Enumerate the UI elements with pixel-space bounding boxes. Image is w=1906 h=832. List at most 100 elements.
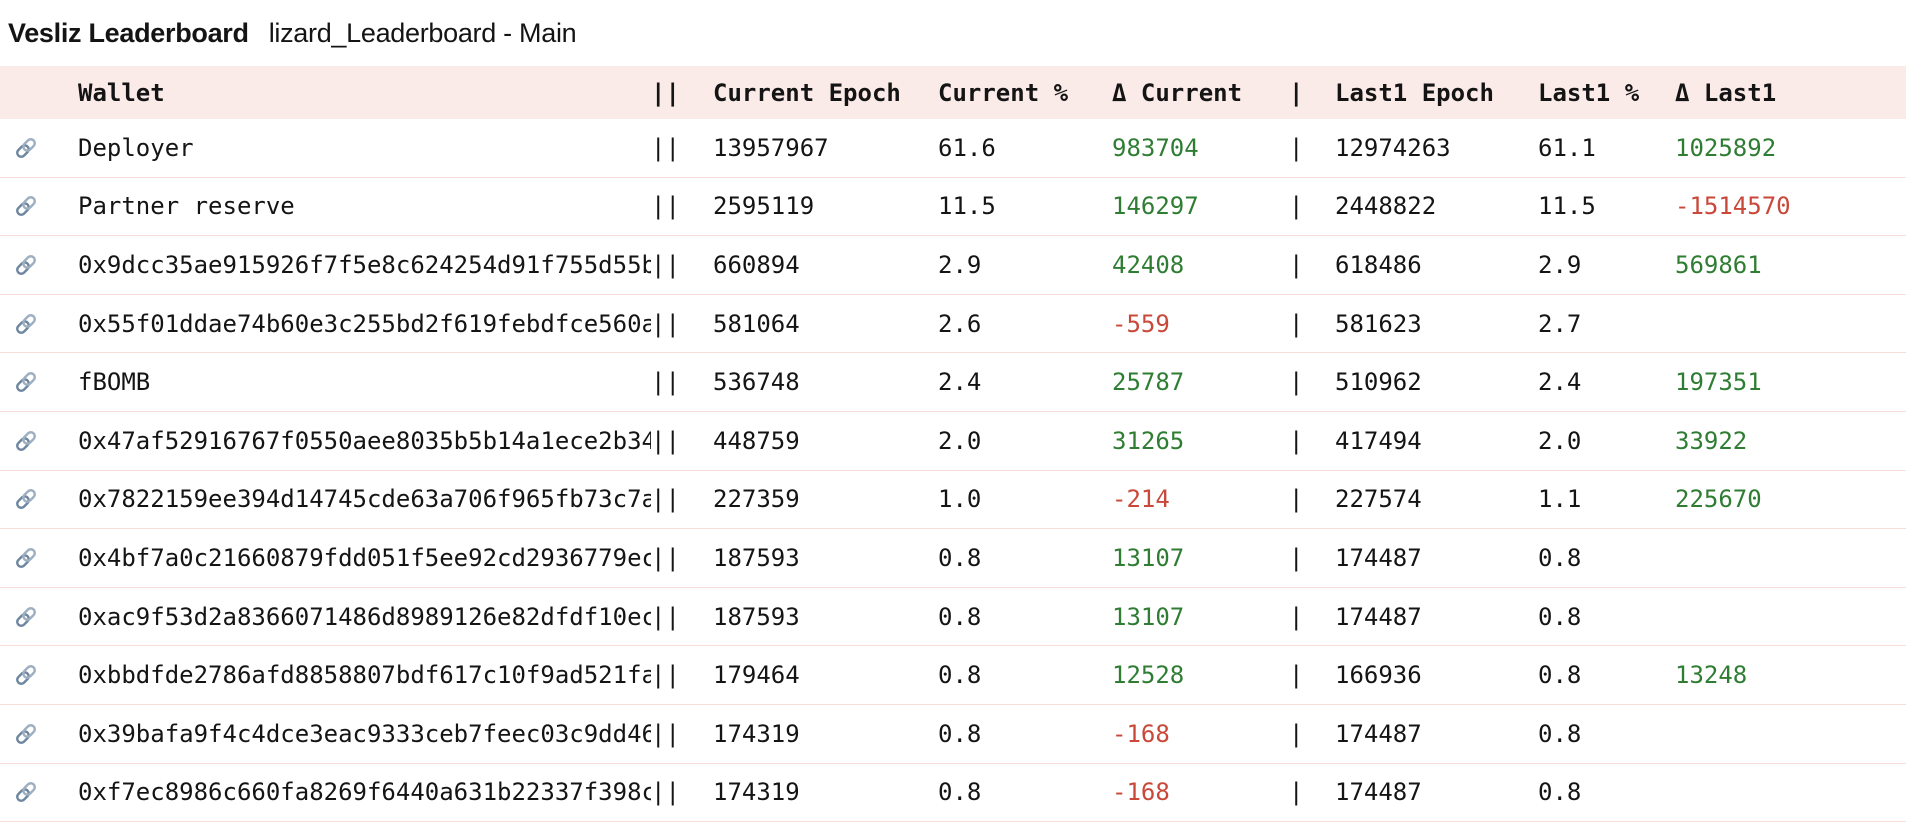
link-icon[interactable] xyxy=(12,134,40,162)
separator-2-cell: | xyxy=(1289,603,1335,631)
delta-current-cell: 13107 xyxy=(1112,544,1289,572)
current-epoch-cell: 179464 xyxy=(713,661,938,689)
link-icon-cell xyxy=(0,544,78,572)
link-icon-cell xyxy=(0,192,78,220)
current-epoch-cell: 660894 xyxy=(713,251,938,279)
delta-last1-cell: -1514570 xyxy=(1675,192,1828,220)
last1-pct-cell: 2.7 xyxy=(1538,310,1675,338)
delta-current-cell: 31265 xyxy=(1112,427,1289,455)
separator-1-cell: || xyxy=(651,251,713,279)
last1-pct-cell: 0.8 xyxy=(1538,661,1675,689)
last1-pct-cell: 2.9 xyxy=(1538,251,1675,279)
separator-2-cell: | xyxy=(1289,544,1335,572)
table-row: 0x4bf7a0c21660879fdd051f5ee92cd2936779ec… xyxy=(0,529,1906,588)
separator-2-cell: | xyxy=(1289,778,1335,806)
current-pct-cell: 11.5 xyxy=(938,192,1112,220)
link-icon[interactable] xyxy=(12,778,40,806)
table-body: Deployer || 13957967 61.6 983704 | 12974… xyxy=(0,119,1906,822)
delta-current-cell: -168 xyxy=(1112,778,1289,806)
separator-1-cell: || xyxy=(651,720,713,748)
separator-1-cell: || xyxy=(651,603,713,631)
separator-2-cell: | xyxy=(1289,485,1335,513)
separator-1-cell: || xyxy=(651,310,713,338)
current-pct-cell: 0.8 xyxy=(938,661,1112,689)
link-icon[interactable] xyxy=(12,310,40,338)
separator-1-cell: || xyxy=(651,661,713,689)
table-row: 0x47af52916767f0550aee8035b5b14a1ece2b34… xyxy=(0,412,1906,471)
wallet-cell: fBOMB xyxy=(78,368,651,396)
link-icon-cell xyxy=(0,310,78,338)
current-pct-cell: 61.6 xyxy=(938,134,1112,162)
last1-pct-cell: 2.0 xyxy=(1538,427,1675,455)
link-icon[interactable] xyxy=(12,661,40,689)
current-epoch-cell: 448759 xyxy=(713,427,938,455)
header-current-pct: Current % xyxy=(938,79,1112,107)
link-icon-cell xyxy=(0,661,78,689)
last1-epoch-cell: 618486 xyxy=(1335,251,1538,279)
link-icon-cell xyxy=(0,603,78,631)
link-icon-cell xyxy=(0,134,78,162)
separator-2-cell: | xyxy=(1289,134,1335,162)
link-icon-cell xyxy=(0,368,78,396)
header-separator-2: | xyxy=(1289,79,1335,107)
delta-last1-cell: 569861 xyxy=(1675,251,1828,279)
separator-1-cell: || xyxy=(651,134,713,162)
separator-1-cell: || xyxy=(651,192,713,220)
table-row: 0xac9f53d2a8366071486d8989126e82dfdf10ec… xyxy=(0,588,1906,647)
header-separator-1: || xyxy=(651,79,713,107)
page-title: Vesliz Leaderboard xyxy=(8,18,249,49)
wallet-cell: Partner reserve xyxy=(78,192,651,220)
page-subtitle: lizard_Leaderboard - Main xyxy=(269,18,577,49)
current-pct-cell: 0.8 xyxy=(938,544,1112,572)
wallet-cell: 0x47af52916767f0550aee8035b5b14a1ece2b34… xyxy=(78,427,651,455)
current-pct-cell: 1.0 xyxy=(938,485,1112,513)
link-icon-cell xyxy=(0,427,78,455)
wallet-cell: 0xbbdfde2786afd8858807bdf617c10f9ad521fa… xyxy=(78,661,651,689)
current-epoch-cell: 2595119 xyxy=(713,192,938,220)
wallet-cell: Deployer xyxy=(78,134,651,162)
last1-epoch-cell: 174487 xyxy=(1335,544,1538,572)
last1-epoch-cell: 417494 xyxy=(1335,427,1538,455)
last1-epoch-cell: 166936 xyxy=(1335,661,1538,689)
header-wallet: Wallet xyxy=(78,79,651,107)
link-icon[interactable] xyxy=(12,427,40,455)
link-icon[interactable] xyxy=(12,368,40,396)
separator-1-cell: || xyxy=(651,544,713,572)
current-pct-cell: 0.8 xyxy=(938,603,1112,631)
current-epoch-cell: 174319 xyxy=(713,720,938,748)
delta-current-cell: 12528 xyxy=(1112,661,1289,689)
header-delta-current: Δ Current xyxy=(1112,79,1289,107)
link-icon[interactable] xyxy=(12,544,40,572)
separator-2-cell: | xyxy=(1289,192,1335,220)
table-row: 0xf7ec8986c660fa8269f6440a631b22337f398c… xyxy=(0,764,1906,823)
current-pct-cell: 2.0 xyxy=(938,427,1112,455)
wallet-cell: 0x9dcc35ae915926f7f5e8c624254d91f755d55b… xyxy=(78,251,651,279)
link-icon[interactable] xyxy=(12,720,40,748)
last1-pct-cell: 11.5 xyxy=(1538,192,1675,220)
current-pct-cell: 2.4 xyxy=(938,368,1112,396)
separator-2-cell: | xyxy=(1289,720,1335,748)
link-icon[interactable] xyxy=(12,192,40,220)
delta-last1-cell: 225670 xyxy=(1675,485,1828,513)
last1-epoch-cell: 174487 xyxy=(1335,778,1538,806)
last1-epoch-cell: 2448822 xyxy=(1335,192,1538,220)
delta-last1-cell: 13248 xyxy=(1675,661,1828,689)
link-icon[interactable] xyxy=(12,485,40,513)
current-epoch-cell: 13957967 xyxy=(713,134,938,162)
delta-current-cell: -214 xyxy=(1112,485,1289,513)
link-icon-cell xyxy=(0,720,78,748)
current-epoch-cell: 187593 xyxy=(713,603,938,631)
current-epoch-cell: 227359 xyxy=(713,485,938,513)
last1-epoch-cell: 227574 xyxy=(1335,485,1538,513)
header-last1-epoch: Last1 Epoch xyxy=(1335,79,1538,107)
table-row: 0x9dcc35ae915926f7f5e8c624254d91f755d55b… xyxy=(0,236,1906,295)
delta-last1-cell: 197351 xyxy=(1675,368,1828,396)
last1-epoch-cell: 174487 xyxy=(1335,720,1538,748)
table-row: Deployer || 13957967 61.6 983704 | 12974… xyxy=(0,119,1906,178)
link-icon[interactable] xyxy=(12,603,40,631)
current-pct-cell: 2.6 xyxy=(938,310,1112,338)
last1-epoch-cell: 581623 xyxy=(1335,310,1538,338)
wallet-cell: 0xac9f53d2a8366071486d8989126e82dfdf10ec… xyxy=(78,603,651,631)
link-icon[interactable] xyxy=(12,251,40,279)
separator-1-cell: || xyxy=(651,368,713,396)
